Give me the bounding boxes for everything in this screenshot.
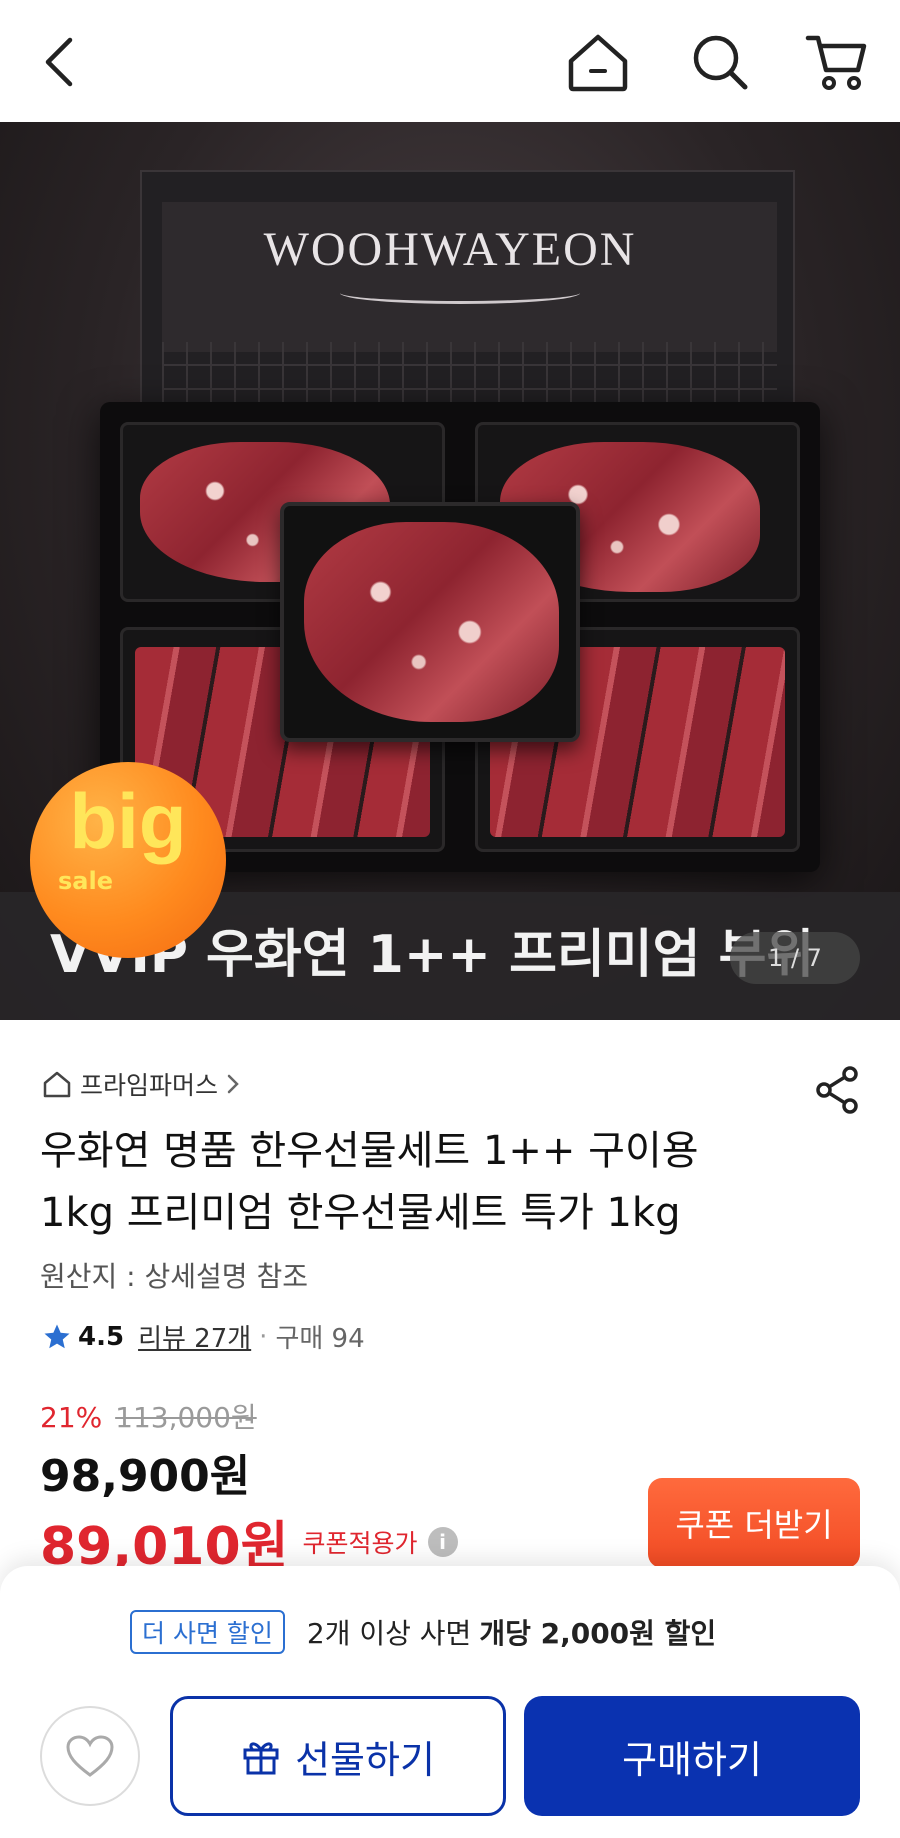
rating-score: 4.5 <box>78 1321 125 1352</box>
cart-icon <box>805 35 867 90</box>
purchase-count: 구매 94 <box>275 1324 365 1354</box>
promo-text: 2개 이상 사면 <box>306 1617 472 1650</box>
chevron-left-icon <box>45 37 73 87</box>
brand-swoosh <box>340 282 580 304</box>
buy-button[interactable]: 구매하기 <box>524 1696 860 1816</box>
promo-tag: 더 사면 할인 <box>130 1610 285 1654</box>
rating-row: 4.5 리뷰 27개 · 구매 94 <box>42 1318 365 1355</box>
image-counter: 1 / 7 <box>730 932 860 984</box>
review-link[interactable]: 리뷰 27개 <box>138 1318 251 1355</box>
product-title: 우화연 명품 한우선물세트 1++ 구이용 1kg 프리미엄 한우선물세트 특가… <box>40 1120 860 1244</box>
bulk-discount-promo: 더 사면 할인 2개 이상 사면 개당 2,000원 할인 <box>130 1610 716 1654</box>
origin-info: 원산지 : 상세설명 참조 <box>40 1260 308 1293</box>
product-title-line1: 우화연 명품 한우선물세트 1++ 구이용 <box>40 1128 699 1174</box>
store-link[interactable]: 프라임파머스 <box>42 1066 240 1102</box>
brand-logo-text: WOOHWAYEON <box>263 223 637 276</box>
share-button[interactable] <box>812 1064 864 1116</box>
original-price: 113,000원 <box>115 1401 257 1434</box>
coupon-more-button[interactable]: 쿠폰 더받기 <box>648 1478 860 1568</box>
search-icon <box>693 35 748 90</box>
sale-price: 98,900원 <box>40 1451 251 1502</box>
gift-button-label: 선물하기 <box>295 1737 435 1782</box>
chevron-right-icon <box>227 1074 239 1094</box>
wishlist-button[interactable] <box>40 1706 140 1806</box>
cart-button[interactable] <box>800 26 872 98</box>
badge-sale-text: sale <box>58 867 113 895</box>
share-icon <box>816 1066 858 1114</box>
store-name: 프라임파머스 <box>80 1071 219 1100</box>
coupon-price-label: 쿠폰적용가 <box>302 1528 418 1558</box>
gift-button[interactable]: 선물하기 <box>170 1696 506 1816</box>
product-image-carousel[interactable]: WOOHWAYEON VVIP 우화연 1++ 프리미엄 부위 1 / 7 bi… <box>0 122 900 1020</box>
store-home-icon <box>43 1071 71 1098</box>
promo-bold-text: 개당 2,000원 할인 <box>479 1617 717 1650</box>
badge-big-text: big <box>69 777 187 865</box>
home-button[interactable] <box>562 26 634 98</box>
discount-row: 21% 113,000원 <box>40 1396 257 1436</box>
star-icon <box>44 1324 70 1348</box>
discount-percent: 21% <box>40 1401 103 1434</box>
home-icon <box>568 34 628 92</box>
separator-dot: · <box>259 1321 268 1352</box>
product-title-line2: 1kg 프리미엄 한우선물세트 특가 1kg <box>40 1190 681 1236</box>
gift-icon <box>243 1742 279 1775</box>
big-sale-badge: big sale <box>30 762 226 958</box>
info-icon[interactable]: i <box>427 1526 458 1557</box>
center-tray-graphic <box>280 502 580 742</box>
back-button[interactable] <box>24 26 96 98</box>
heart-icon <box>66 1735 114 1777</box>
search-button[interactable] <box>684 26 756 98</box>
top-navigation-bar <box>0 0 900 122</box>
